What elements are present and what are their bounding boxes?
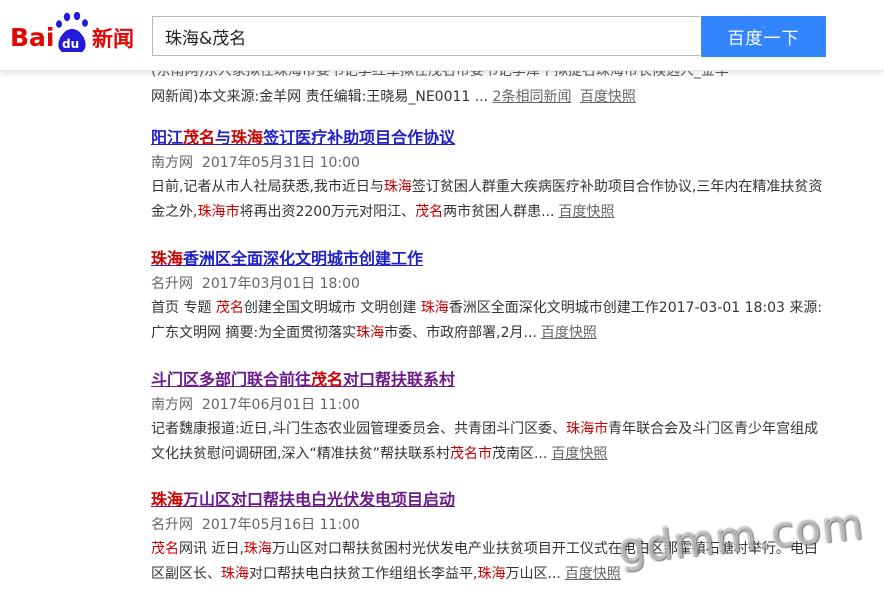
- cache-link[interactable]: 百度快照: [565, 566, 621, 582]
- abstract-keyword: 珠海: [420, 300, 449, 316]
- abstract-text: 茂南区...: [491, 446, 548, 462]
- result-source: 名升网: [151, 276, 193, 292]
- cache-link[interactable]: 百度快照: [580, 89, 636, 105]
- result-title[interactable]: 珠海万山区对口帮扶电白光伏发电项目启动: [151, 489, 831, 511]
- abstract-text: 记者魏康报道:近日,斗门生态农业园管理委员会、共青团斗门区委、: [151, 421, 567, 437]
- title-text: 与: [215, 128, 232, 147]
- result-title[interactable]: 斗门区多部门联合前往茂名对口帮扶联系村: [151, 369, 831, 391]
- result-source: 南方网: [151, 397, 193, 413]
- cache-link[interactable]: 百度快照: [558, 204, 614, 220]
- abstract-keyword: 珠海: [383, 179, 412, 195]
- result-date: 2017年05月16日 11:00: [201, 517, 360, 533]
- result-item: 斗门区多部门联合前往茂名对口帮扶联系村 南方网 2017年06月01日 11:0…: [151, 369, 831, 467]
- result-abstract: 首页 专题 茂名创建全国文明城市 文明创建 珠海香洲区全面深化文明城市创建工作2…: [151, 296, 831, 346]
- title-text: 签订医疗补助项目合作协议: [263, 128, 456, 147]
- result-date: 2017年03月01日 18:00: [201, 276, 360, 292]
- abstract-keyword: 茂名市: [449, 446, 492, 462]
- abstract-text: 万山区...: [505, 566, 561, 582]
- result-abstract: 日前,记者从市人社局获悉,我市近日与珠海签订贫困人群重大疾病医疗补助项目合作协议…: [151, 175, 831, 225]
- result-meta: 南方网 2017年05月31日 10:00: [151, 153, 831, 173]
- abstract-keyword: 珠海: [477, 566, 506, 582]
- title-keyword: 茂名: [311, 370, 344, 389]
- search-input[interactable]: [153, 17, 700, 55]
- abstract-text: 市委、市政府部署,2月...: [384, 325, 537, 341]
- svg-text:新闻: 新闻: [92, 27, 134, 51]
- title-keyword: 茂名: [183, 128, 216, 147]
- result-item: 阳江茂名与珠海签订医疗补助项目合作协议 南方网 2017年05月31日 10:0…: [151, 127, 831, 225]
- result-title[interactable]: 阳江茂名与珠海签订医疗补助项目合作协议: [151, 127, 831, 149]
- result-date: 2017年05月31日 10:00: [201, 155, 360, 171]
- title-text: 万山区对口帮扶电白光伏发电项目启动: [183, 490, 456, 509]
- cache-link[interactable]: 百度快照: [541, 325, 597, 341]
- result-item: 珠海香洲区全面深化文明城市创建工作 名升网 2017年03月01日 18:00 …: [151, 248, 831, 346]
- title-text: 斗门区多部门联合前往: [151, 370, 312, 389]
- result-meta: 名升网 2017年03月01日 18:00: [151, 274, 831, 294]
- abstract-text: 创建全国文明城市 文明创建: [243, 300, 421, 316]
- abstract-text: 将再出资2200万元对阳江、: [239, 204, 416, 220]
- related-news-link[interactable]: 2条相同新闻: [493, 89, 572, 105]
- result-meta: 名升网 2017年05月16日 11:00: [151, 515, 831, 535]
- cache-link[interactable]: 百度快照: [551, 446, 607, 462]
- search-button[interactable]: 百度一下: [701, 16, 826, 57]
- search-box: [152, 16, 700, 56]
- title-text: 阳江: [151, 128, 184, 147]
- abstract-text: 日前,记者从市人社局获悉,我市近日与: [151, 179, 384, 195]
- title-keyword: 珠海: [151, 490, 184, 509]
- title-text: 对口帮扶联系村: [343, 370, 456, 389]
- result-title[interactable]: 珠海香洲区全面深化文明城市创建工作: [151, 248, 831, 270]
- svg-text:Bai: Bai: [10, 23, 55, 52]
- svg-text:du: du: [62, 37, 79, 51]
- result-item: 珠海万山区对口帮扶电白光伏发电项目启动 名升网 2017年05月16日 11:0…: [151, 489, 831, 587]
- result-source: 南方网: [151, 155, 193, 171]
- abstract-keyword: 茂名: [215, 300, 244, 316]
- abstract-keyword: 茂名: [415, 204, 444, 220]
- title-keyword: 珠海: [231, 128, 264, 147]
- title-text: 香洲区全面深化文明城市创建工作: [183, 249, 424, 268]
- abstract-keyword: 珠海市: [197, 204, 240, 220]
- abstract-keyword: 茂名: [151, 541, 179, 557]
- abstract-text: 首页 专题: [151, 300, 216, 316]
- abstract-keyword: 珠海: [221, 566, 249, 582]
- abstract-keyword: 珠海: [356, 325, 385, 341]
- title-keyword: 珠海: [151, 249, 184, 268]
- result-meta: 南方网 2017年06月01日 11:00: [151, 395, 831, 415]
- search-header: Bai du 新闻 百度一下: [0, 0, 884, 71]
- partial-abstract: 网新闻)本文来源:金羊网 责任编辑:王晓易_NE0011 ...: [151, 89, 489, 105]
- abstract-text: 对口帮扶电白扶贫工作组组长李益平,: [249, 566, 478, 582]
- abstract-text: 网讯 近日,: [179, 541, 244, 557]
- baidu-news-logo[interactable]: Bai du 新闻: [10, 12, 140, 56]
- abstract-text: 两市贫困人群患...: [443, 204, 555, 220]
- result-abstract: 记者魏康报道:近日,斗门生态农业园管理委员会、共青团斗门区委、珠海市青年联合会及…: [151, 417, 831, 467]
- result-date: 2017年06月01日 11:00: [201, 397, 360, 413]
- result-abstract: 茂名网讯 近日,珠海万山区对口帮扶贫困村光伏发电产业扶贫项目开工仪式在电白区那霍…: [151, 537, 831, 587]
- abstract-keyword: 珠海: [243, 541, 272, 557]
- result-source: 名升网: [151, 517, 193, 533]
- abstract-keyword: 珠海市: [566, 421, 609, 437]
